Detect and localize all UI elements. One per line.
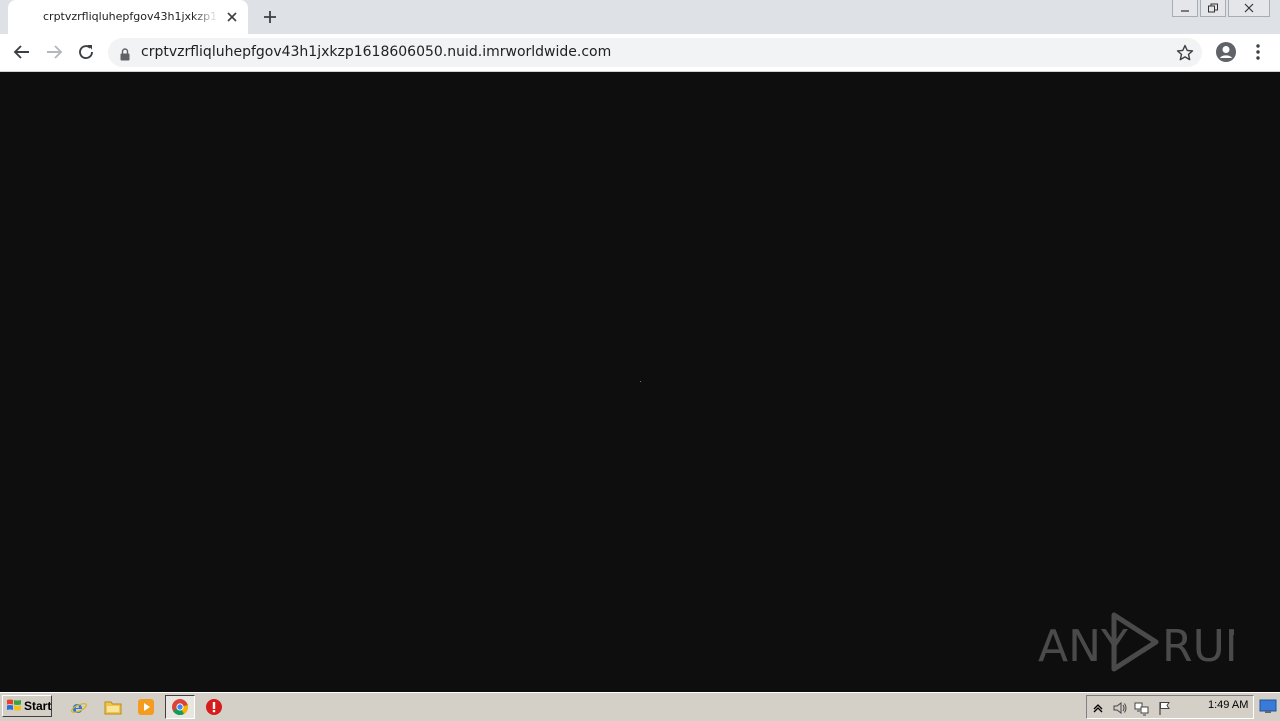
anyrun-watermark-logo: ANY RUN: [1038, 612, 1234, 672]
action-center-flag-icon[interactable]: [1157, 700, 1173, 716]
center-dot: [640, 381, 641, 382]
bookmark-star-icon[interactable]: [1175, 43, 1195, 63]
browser-toolbar: crptvzrfliqluhepfgov43h1jxkzp1618606050.…: [0, 34, 1280, 72]
url-text[interactable]: crptvzrfliqluhepfgov43h1jxkzp1618606050.…: [141, 44, 611, 60]
speaker-icon[interactable]: [1112, 700, 1128, 716]
window-controls: [1170, 0, 1270, 18]
forward-arrow-icon[interactable]: [42, 40, 66, 64]
minimize-button[interactable]: [1172, 0, 1198, 17]
windows-taskbar: Start e: [0, 692, 1280, 721]
show-hidden-icons-icon[interactable]: [1090, 700, 1106, 716]
file-explorer-icon[interactable]: [102, 696, 124, 718]
opera-stop-icon[interactable]: [203, 696, 225, 718]
svg-text:RUN: RUN: [1162, 621, 1234, 672]
browser-tab[interactable]: crptvzrfliqluhepfgov43h1jxkzp1618606050.…: [8, 0, 248, 34]
svg-text:e: e: [72, 698, 83, 716]
address-bar[interactable]: crptvzrfliqluhepfgov43h1jxkzp1618606050.…: [108, 38, 1202, 67]
tab-strip: crptvzrfliqluhepfgov43h1jxkzp1618606050.…: [0, 0, 1280, 34]
lock-icon[interactable]: [120, 46, 130, 65]
chrome-taskbar-icon[interactable]: [165, 695, 195, 719]
tab-close-icon[interactable]: [224, 9, 240, 25]
restore-button[interactable]: [1200, 0, 1226, 17]
reload-icon[interactable]: [74, 40, 98, 64]
page-content: ANY RUN: [0, 72, 1280, 692]
back-arrow-icon[interactable]: [10, 40, 34, 64]
close-window-button[interactable]: [1228, 0, 1270, 17]
show-desktop-icon[interactable]: [1259, 698, 1277, 714]
new-tab-button[interactable]: [258, 5, 282, 29]
start-button[interactable]: Start: [2, 695, 52, 717]
tab-title: crptvzrfliqluhepfgov43h1jxkzp1618606050.…: [43, 10, 218, 23]
start-label: Start: [24, 699, 52, 713]
chrome-menu-icon[interactable]: [1246, 40, 1270, 64]
internet-explorer-icon[interactable]: e: [68, 696, 90, 718]
network-icon[interactable]: [1134, 700, 1150, 716]
taskbar-clock[interactable]: 1:49 AM: [1208, 699, 1248, 711]
windows-flag-icon: [6, 697, 22, 716]
profile-avatar-icon[interactable]: [1214, 40, 1238, 64]
media-player-icon[interactable]: [135, 696, 157, 718]
